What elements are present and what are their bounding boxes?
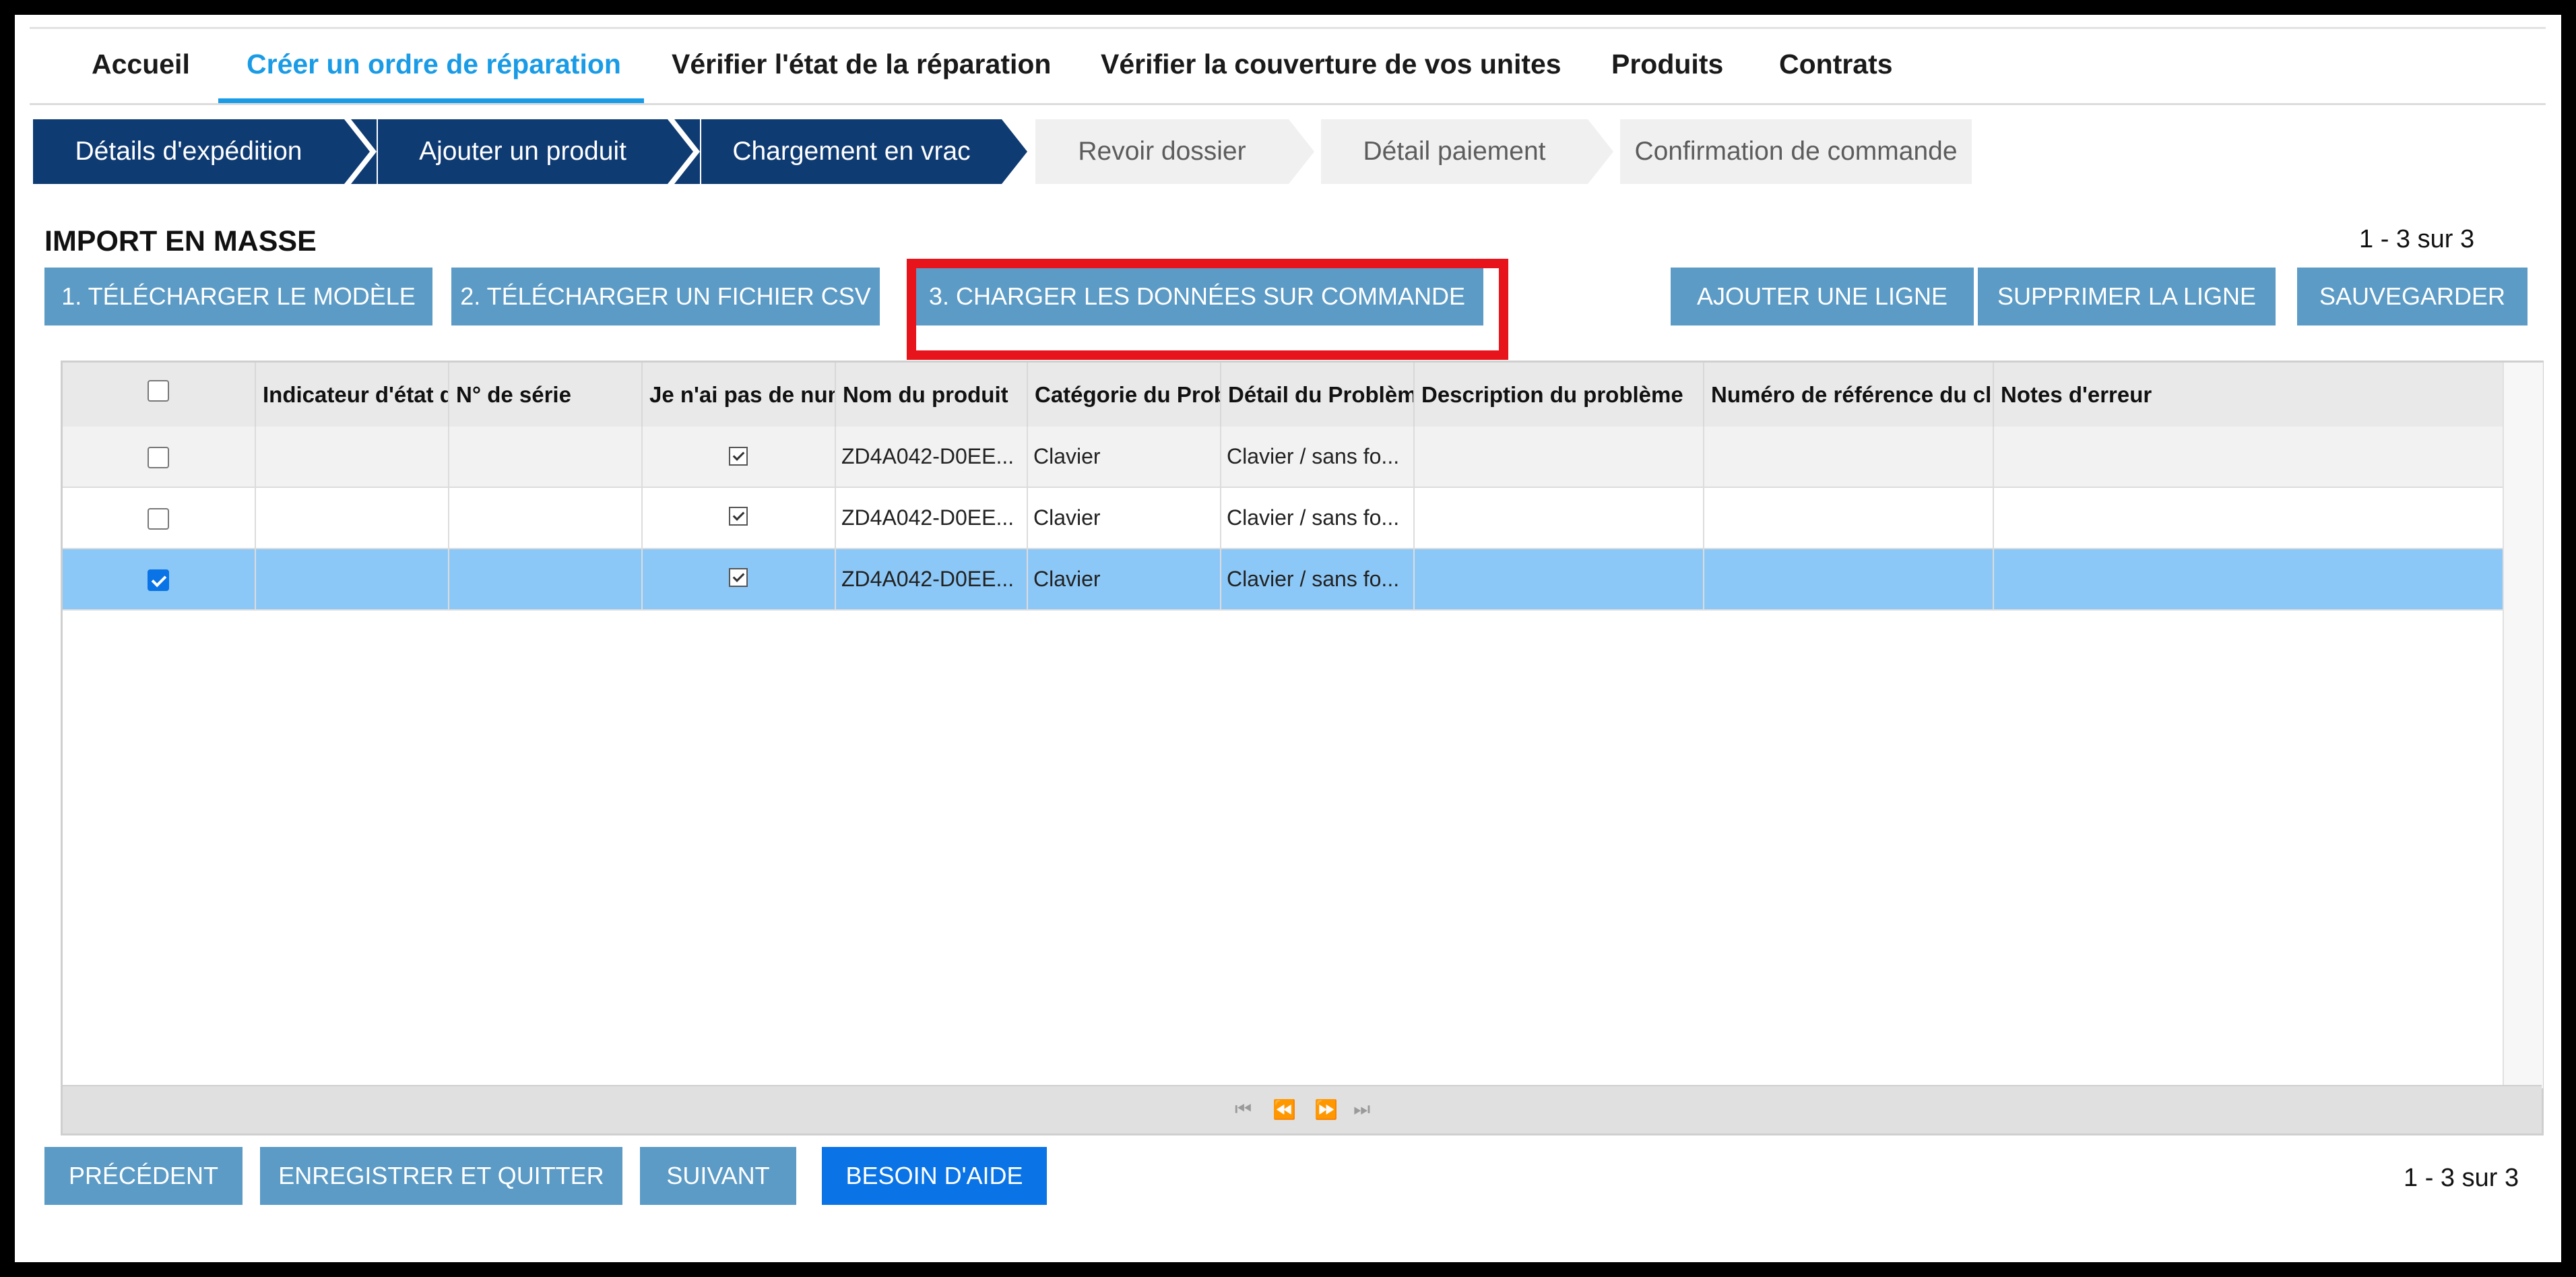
cell-customer-reference[interactable] — [1704, 549, 1994, 609]
next-button[interactable]: SUIVANT — [640, 1147, 796, 1205]
table-row[interactable]: ZD4A042-D0EE... Clavier Clavier / sans f… — [63, 427, 2503, 488]
cell-product-name[interactable]: ZD4A042-D0EE... — [836, 427, 1028, 487]
cell-product-name[interactable]: ZD4A042-D0EE... — [836, 549, 1028, 609]
nav-products[interactable]: Produits — [1611, 29, 1723, 99]
cell-problem-description[interactable] — [1415, 488, 1704, 548]
grid-header: Indicateur d'état de N° de série Je n'ai… — [63, 363, 2503, 428]
cell-customer-reference[interactable] — [1704, 488, 1994, 548]
upload-csv-button[interactable]: 2. TÉLÉCHARGER UN FICHIER CSV — [451, 268, 880, 325]
wizard-step-shipping-details[interactable]: Détails d'expédition — [33, 119, 344, 184]
column-header-error-notes[interactable]: Notes d'erreur — [1994, 363, 2503, 427]
cell-no-serial[interactable] — [643, 427, 836, 487]
table-row[interactable]: ZD4A042-D0EE... Clavier Clavier / sans f… — [63, 488, 2503, 549]
wizard-step-review[interactable]: Revoir dossier — [1035, 119, 1289, 184]
first-page-icon[interactable]: ⏮ — [1235, 1098, 1252, 1121]
wizard-chevron — [1588, 119, 1613, 184]
column-header-serial[interactable]: N° de série — [449, 363, 643, 427]
nav-check-repair-status[interactable]: Vérifier l'état de la réparation — [672, 29, 1051, 99]
wizard-step-label: Chargement en vrac — [732, 137, 971, 166]
row-select-checkbox[interactable] — [148, 447, 169, 468]
order-wizard: Détails d'expédition Ajouter un produit … — [33, 119, 1973, 184]
no-serial-checkbox[interactable] — [729, 507, 748, 526]
row-select-cell — [63, 488, 256, 548]
wizard-chevron-notch — [674, 119, 700, 184]
row-select-checkbox[interactable] — [148, 508, 169, 530]
cell-customer-reference[interactable] — [1704, 427, 1994, 487]
cell-serial[interactable] — [449, 488, 643, 548]
cell-no-serial[interactable] — [643, 488, 836, 548]
select-all-checkbox[interactable] — [148, 380, 169, 402]
column-header-no-serial[interactable]: Je n'ai pas de num — [643, 363, 836, 427]
wizard-step-label: Confirmation de commande — [1634, 137, 1958, 166]
cell-problem-category[interactable]: Clavier — [1028, 549, 1221, 609]
cell-problem-detail[interactable]: Clavier / sans fo... — [1221, 549, 1415, 609]
wizard-chevron — [1002, 119, 1027, 184]
cell-problem-detail[interactable]: Clavier / sans fo... — [1221, 488, 1415, 548]
column-header-problem-detail[interactable]: Détail du Problème — [1221, 363, 1415, 427]
last-page-icon[interactable]: ⏭ — [1353, 1098, 1370, 1121]
cell-error-notes — [1994, 549, 2503, 609]
row-select-checkbox[interactable] — [148, 569, 169, 591]
column-header-customer-reference[interactable]: Numéro de référence du clie — [1704, 363, 1994, 427]
cell-problem-detail[interactable]: Clavier / sans fo... — [1221, 427, 1415, 487]
no-serial-checkbox[interactable] — [729, 568, 748, 587]
table-row-selected[interactable]: ZD4A042-D0EE... Clavier Clavier / sans f… — [63, 549, 2503, 611]
no-serial-checkbox[interactable] — [729, 447, 748, 466]
next-page-icon[interactable]: ⏩ — [1314, 1098, 1338, 1121]
record-count-top: 1 - 3 sur 3 — [2359, 225, 2475, 253]
cell-problem-description[interactable] — [1415, 549, 1704, 609]
top-navigation: Accueil Créer un ordre de réparation Vér… — [30, 27, 2546, 105]
nav-contracts[interactable]: Contrats — [1779, 29, 1893, 99]
cell-error-notes — [1994, 488, 2503, 548]
nav-create-repair-order[interactable]: Créer un ordre de réparation — [218, 29, 644, 103]
row-select-cell — [63, 549, 256, 609]
add-row-button[interactable]: AJOUTER UNE LIGNE — [1671, 268, 1974, 325]
nav-home[interactable]: Accueil — [92, 29, 190, 99]
cell-serial[interactable] — [449, 549, 643, 609]
cell-status[interactable] — [256, 549, 449, 609]
grid-pager-bar: ⏮ ⏪ ⏩ ⏭ — [63, 1085, 2542, 1133]
prev-page-icon[interactable]: ⏪ — [1273, 1098, 1296, 1121]
row-select-cell — [63, 427, 256, 487]
cell-serial[interactable] — [449, 427, 643, 487]
previous-button[interactable]: PRÉCÉDENT — [44, 1147, 243, 1205]
wizard-step-label: Détails d'expédition — [75, 137, 302, 166]
wizard-step-label: Ajouter un produit — [419, 137, 626, 166]
cell-status[interactable] — [256, 488, 449, 548]
nav-check-coverage[interactable]: Vérifier la couverture de vos unites — [1101, 29, 1561, 99]
column-header-product-name[interactable]: Nom du produit — [836, 363, 1028, 427]
highlight-box — [907, 259, 1508, 360]
download-template-button[interactable]: 1. TÉLÉCHARGER LE MODÈLE — [44, 268, 432, 325]
bulk-import-grid: Indicateur d'état de N° de série Je n'ai… — [61, 361, 2544, 1135]
column-header-problem-description[interactable]: Description du problème — [1415, 363, 1704, 427]
wizard-step-bulk-load[interactable]: Chargement en vrac — [701, 119, 1002, 184]
wizard-step-confirmation[interactable]: Confirmation de commande — [1620, 119, 1972, 184]
app-window: Accueil Créer un ordre de réparation Vér… — [15, 15, 2561, 1262]
cell-no-serial[interactable] — [643, 549, 836, 609]
wizard-step-label: Détail paiement — [1363, 137, 1546, 166]
cell-problem-description[interactable] — [1415, 427, 1704, 487]
wizard-step-label: Revoir dossier — [1078, 137, 1246, 166]
record-count-bottom: 1 - 3 sur 3 — [2404, 1164, 2519, 1192]
wizard-chevron-notch — [351, 119, 377, 184]
wizard-step-payment[interactable]: Détail paiement — [1321, 119, 1588, 184]
wizard-step-add-product[interactable]: Ajouter un produit — [378, 119, 668, 184]
save-button[interactable]: SAUVEGARDER — [2297, 268, 2527, 325]
cell-status[interactable] — [256, 427, 449, 487]
cell-product-name[interactable]: ZD4A042-D0EE... — [836, 488, 1028, 548]
column-header-problem-category[interactable]: Catégorie du Prob — [1028, 363, 1221, 427]
select-all-cell — [63, 363, 256, 427]
cell-problem-category[interactable]: Clavier — [1028, 427, 1221, 487]
save-and-quit-button[interactable]: ENREGISTRER ET QUITTER — [260, 1147, 622, 1205]
section-title: IMPORT EN MASSE — [44, 225, 317, 257]
delete-row-button[interactable]: SUPPRIMER LA LIGNE — [1978, 268, 2276, 325]
cell-error-notes — [1994, 427, 2503, 487]
vertical-scrollbar[interactable] — [2503, 363, 2543, 1088]
column-header-status[interactable]: Indicateur d'état de — [256, 363, 449, 427]
cell-problem-category[interactable]: Clavier — [1028, 488, 1221, 548]
help-button[interactable]: BESOIN D'AIDE — [822, 1147, 1047, 1205]
wizard-chevron — [1289, 119, 1314, 184]
